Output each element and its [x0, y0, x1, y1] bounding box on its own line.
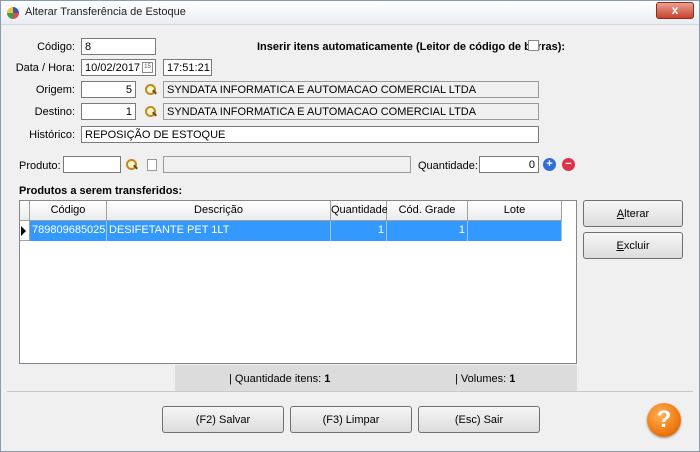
- historico-label: Histórico:: [29, 129, 75, 141]
- data-hora-label: Data / Hora:: [15, 62, 75, 74]
- volumes-value: 1: [509, 373, 516, 385]
- document-icon[interactable]: [147, 159, 157, 171]
- historico-value: REPOSIÇÃO DE ESTOQUE: [85, 129, 226, 141]
- origem-name-field: SYNDATA INFORMATICA E AUTOMACAO COMERCIA…: [163, 81, 539, 98]
- produto-search-icon[interactable]: [125, 158, 138, 171]
- grid-header-codigo[interactable]: Código: [30, 201, 107, 221]
- alterar-button[interactable]: Alterar: [583, 200, 683, 227]
- destino-name-field: SYNDATA INFORMATICA E AUTOMACAO COMERCIA…: [163, 103, 539, 120]
- produto-label: Produto:: [19, 160, 61, 172]
- destino-search-icon[interactable]: [144, 105, 157, 118]
- calendar-icon[interactable]: 15: [142, 62, 153, 73]
- cell-lote: [468, 221, 562, 241]
- grid-header-cod-grade[interactable]: Cód. Grade: [387, 201, 468, 221]
- hora-field[interactable]: 17:51:21: [163, 59, 212, 76]
- products-grid[interactable]: Código Descrição Quantidade Cód. Grade L…: [19, 200, 577, 364]
- qtd-itens-label: | Quantidade itens:: [229, 373, 322, 385]
- quantidade-field[interactable]: 0: [479, 156, 539, 173]
- help-icon[interactable]: ?: [647, 403, 681, 437]
- origem-code-field[interactable]: 5: [81, 81, 136, 98]
- sair-button[interactable]: (Esc) Sair: [418, 406, 540, 433]
- salvar-button[interactable]: (F2) Salvar: [162, 406, 284, 433]
- codigo-field[interactable]: 8: [81, 38, 156, 55]
- summary-bar: | Quantidade itens: 1 | Volumes: 1: [175, 365, 577, 391]
- cell-codigo: 7898096850257: [30, 221, 107, 241]
- quantidade-label: Quantidade:: [418, 160, 478, 172]
- inserir-auto-checkbox[interactable]: [528, 40, 539, 51]
- add-item-plus-icon[interactable]: +: [543, 158, 556, 171]
- grid-header: Código Descrição Quantidade Cód. Grade L…: [20, 201, 565, 221]
- destino-label: Destino:: [34, 106, 75, 118]
- qtd-itens-summary: | Quantidade itens: 1: [229, 373, 330, 385]
- produto-code-field[interactable]: [63, 156, 121, 173]
- remove-item-minus-icon[interactable]: −: [562, 158, 575, 171]
- origem-code-value: 5: [125, 84, 132, 96]
- origem-label: Origem:: [35, 84, 75, 96]
- origem-name-value: SYNDATA INFORMATICA E AUTOMACAO COMERCIA…: [167, 84, 477, 96]
- limpar-button[interactable]: (F3) Limpar: [290, 406, 412, 433]
- grid-header-quantidade[interactable]: Quantidade: [331, 201, 388, 221]
- main-window: Alterar Transferência de Estoque x Códig…: [0, 0, 700, 452]
- quantidade-value: 0: [528, 159, 535, 171]
- cell-quantidade: 1: [331, 221, 387, 241]
- cell-cod-grade: 1: [387, 221, 468, 241]
- data-field[interactable]: 10/02/2017 15: [81, 59, 156, 76]
- codigo-label: Código:: [37, 41, 75, 53]
- inserir-auto-label: Inserir itens automaticamente (Leitor de…: [257, 41, 566, 53]
- title-bar: Alterar Transferência de Estoque x: [1, 1, 699, 25]
- row-pointer-icon: [21, 226, 26, 236]
- app-logo-icon: [7, 7, 19, 19]
- excluir-button[interactable]: Excluir: [583, 232, 683, 259]
- grid-header-descricao[interactable]: Descrição: [107, 201, 331, 221]
- volumes-label: | Volumes:: [455, 373, 507, 385]
- codigo-value: 8: [85, 41, 92, 53]
- data-value: 10/02/2017: [85, 62, 141, 74]
- grid-title: Produtos a serem transferidos:: [19, 185, 183, 197]
- cell-descricao: DESIFETANTE PET 1LT: [107, 221, 331, 241]
- grid-header-lote[interactable]: Lote: [468, 201, 562, 221]
- hora-value: 17:51:21: [167, 62, 210, 74]
- window-title: Alterar Transferência de Estoque: [25, 6, 186, 18]
- produto-desc-field: [163, 156, 411, 173]
- historico-field[interactable]: REPOSIÇÃO DE ESTOQUE: [81, 126, 539, 143]
- table-row[interactable]: 7898096850257 DESIFETANTE PET 1LT 1 1: [20, 221, 565, 241]
- destino-code-field[interactable]: 1: [81, 103, 136, 120]
- destino-code-value: 1: [125, 106, 132, 118]
- origem-search-icon[interactable]: [144, 83, 157, 96]
- qtd-itens-value: 1: [324, 373, 331, 385]
- row-indicator: [20, 221, 30, 241]
- close-button[interactable]: x: [656, 2, 694, 19]
- destino-name-value: SYNDATA INFORMATICA E AUTOMACAO COMERCIA…: [167, 106, 477, 118]
- volumes-summary: | Volumes: 1: [455, 373, 515, 385]
- grid-header-indicator: [20, 201, 30, 221]
- footer-divider: [7, 391, 693, 392]
